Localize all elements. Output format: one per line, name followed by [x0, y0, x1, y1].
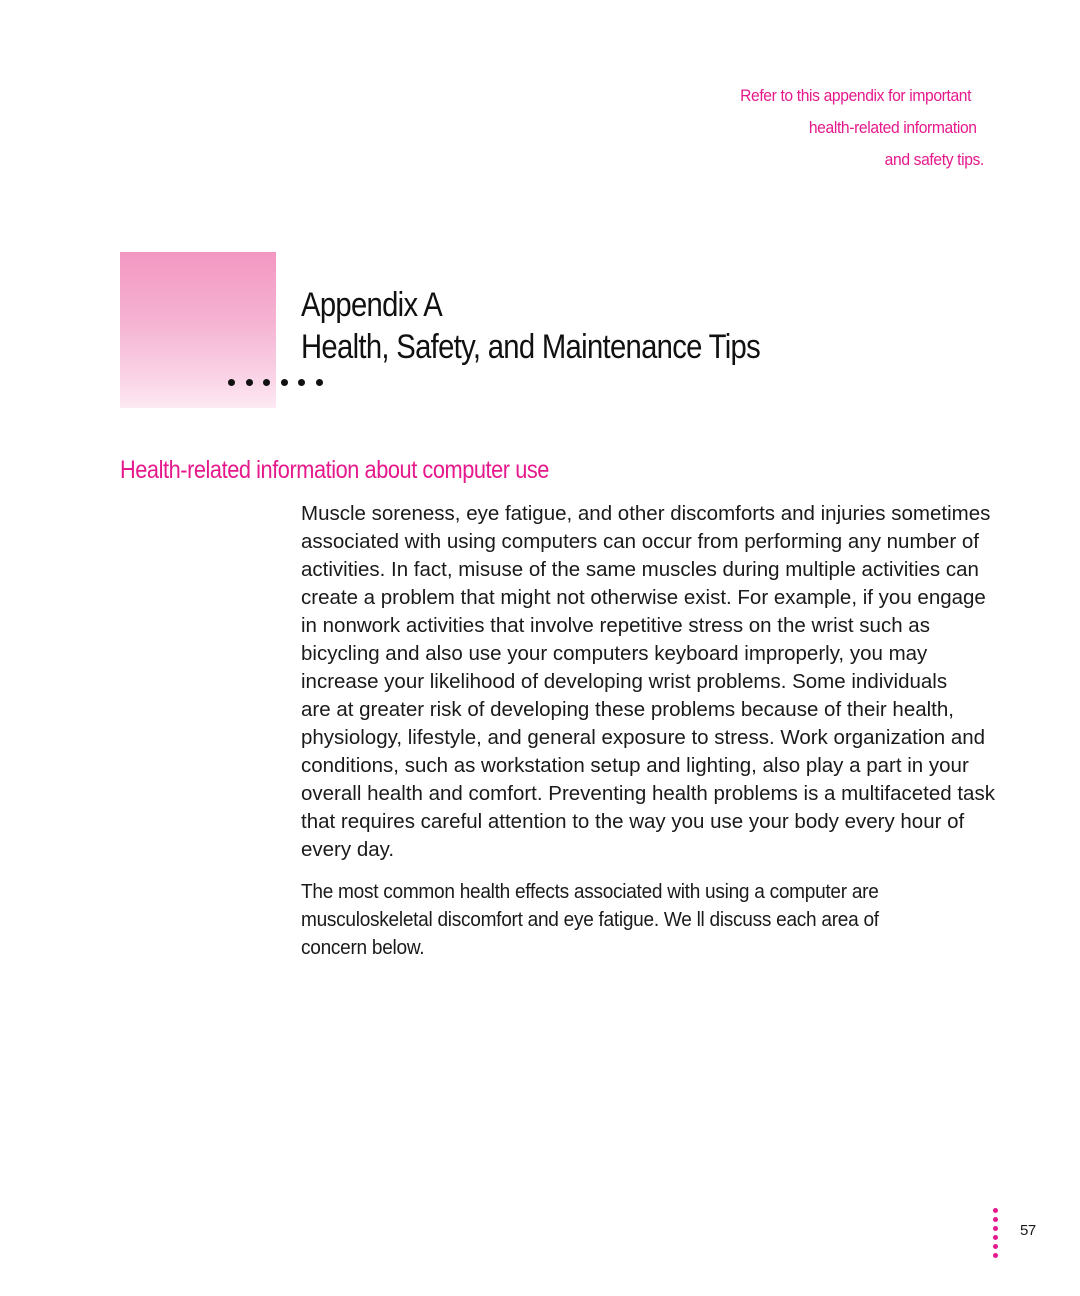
- margin-note-line: and safety tips.: [884, 150, 985, 169]
- text-line: that requires careful attention to the w…: [301, 810, 965, 833]
- chapter-dot-leader: [228, 379, 323, 386]
- text-line: musculoskeletal discomfort and eye fatig…: [301, 908, 879, 931]
- text-line: are at greater risk of developing these …: [301, 698, 954, 721]
- text-line: create a problem that might not otherwis…: [301, 586, 986, 609]
- section-heading: Health-related information about compute…: [120, 456, 549, 484]
- dot-icon: [228, 379, 235, 386]
- dot-icon: [315, 379, 323, 386]
- text-line: associated with using computers can occu…: [301, 530, 979, 553]
- dot-icon: [263, 379, 270, 386]
- text-line: in nonwork activities that involve repet…: [301, 614, 930, 637]
- dot-icon: [993, 1235, 998, 1240]
- footer-dot-leader: [993, 1208, 998, 1258]
- chapter-name: Health, Safety, and Maintenance Tips: [301, 328, 761, 366]
- text-line: overall health and comfort. Preventing h…: [301, 782, 995, 805]
- dot-icon: [993, 1253, 998, 1258]
- dot-icon: [993, 1208, 998, 1213]
- chapter-label: Appendix A: [301, 286, 443, 324]
- text-line: conditions, such as workstation setup an…: [301, 754, 969, 777]
- dot-icon: [993, 1226, 998, 1231]
- text-line: bicycling and also use your computers ke…: [301, 642, 928, 665]
- text-line: activities. In fact, misuse of the same …: [301, 558, 979, 581]
- dot-icon: [993, 1217, 998, 1222]
- page-number: 57: [1020, 1222, 1036, 1239]
- text-line: concern below.: [301, 936, 425, 959]
- margin-note-line: Refer to this appendix for important: [740, 86, 972, 105]
- text-line: physiology, lifestyle, and general expos…: [301, 726, 986, 749]
- text-line: every day.: [301, 838, 395, 861]
- chapter-title: Appendix A Health, Safety, and Maintenan…: [301, 284, 761, 368]
- body-paragraph-1: Muscle soreness, eye fatigue, and other …: [301, 500, 1071, 864]
- dot-icon: [993, 1244, 998, 1249]
- text-line: increase your likelihood of developing w…: [301, 670, 948, 693]
- dot-icon: [280, 379, 288, 386]
- text-line: The most common health effects associate…: [301, 880, 879, 903]
- dot-icon: [245, 379, 253, 386]
- body-paragraph-2: The most common health effects associate…: [301, 878, 1017, 962]
- margin-note-line: health-related information: [808, 118, 977, 137]
- margin-note: Refer to this appendix for important hea…: [616, 80, 984, 176]
- dot-icon: [298, 379, 305, 386]
- text-line: Muscle soreness, eye fatigue, and other …: [301, 502, 991, 525]
